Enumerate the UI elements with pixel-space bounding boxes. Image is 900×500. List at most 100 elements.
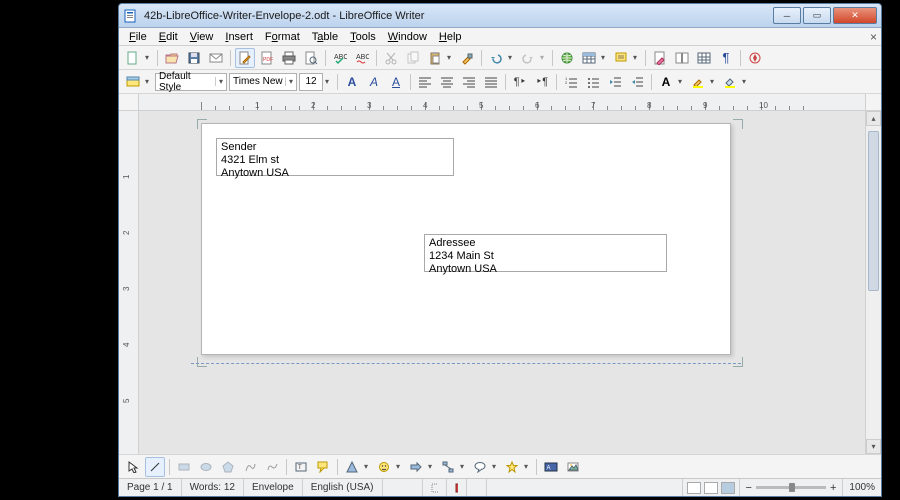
vertical-scrollbar[interactable]: ▴ ▾ (865, 111, 881, 454)
single-page-view[interactable] (687, 482, 701, 494)
italic-button[interactable]: A (364, 72, 384, 92)
basic-shapes-dropdown[interactable]: ▾ (364, 462, 372, 471)
callouts-dropdown[interactable]: ▾ (492, 462, 500, 471)
scroll-up-button[interactable]: ▴ (866, 111, 881, 126)
highlight-button[interactable] (688, 72, 708, 92)
ltr-button[interactable]: ¶‣ (510, 72, 530, 92)
addressee-line3[interactable]: Anytown USA (429, 263, 662, 276)
stars-dropdown[interactable]: ▾ (524, 462, 532, 471)
menu-window[interactable]: Window (382, 30, 433, 44)
comment-dropdown[interactable]: ▾ (633, 53, 641, 62)
undo-dropdown[interactable]: ▾ (508, 53, 516, 62)
sender-line2[interactable]: 4321 Elm st (221, 154, 449, 167)
numbered-list-button[interactable]: 12 (561, 72, 581, 92)
status-page[interactable]: Page 1 / 1 (119, 479, 182, 496)
bullet-list-button[interactable] (583, 72, 603, 92)
freeform-tool-button[interactable] (262, 457, 282, 477)
nonprinting-chars-button[interactable]: ¶ (716, 48, 736, 68)
show-changes-button[interactable] (672, 48, 692, 68)
zoom-track[interactable] (756, 486, 826, 489)
ellipse-tool-button[interactable] (196, 457, 216, 477)
increase-indent-button[interactable] (627, 72, 647, 92)
maximize-button[interactable]: ▭ (803, 7, 831, 24)
styles-button[interactable] (123, 72, 143, 92)
minimize-button[interactable]: ─ (773, 7, 801, 24)
addressee-line2[interactable]: 1234 Main St (429, 250, 662, 263)
zoom-slider[interactable]: − + (739, 479, 843, 496)
sender-frame[interactable]: Sender 4321 Elm st Anytown USA (216, 138, 454, 176)
menu-help[interactable]: Help (433, 30, 468, 44)
stars-button[interactable] (502, 457, 522, 477)
save-button[interactable] (184, 48, 204, 68)
status-pagestyle[interactable]: Envelope (244, 479, 303, 496)
symbol-shapes-button[interactable] (374, 457, 394, 477)
hyperlink-button[interactable] (557, 48, 577, 68)
align-right-button[interactable] (459, 72, 479, 92)
fontwork-button[interactable]: A (541, 457, 561, 477)
menu-edit[interactable]: Edit (153, 30, 184, 44)
curve-tool-button[interactable] (240, 457, 260, 477)
align-left-button[interactable] (415, 72, 435, 92)
insert-table-button[interactable] (579, 48, 599, 68)
print-button[interactable] (279, 48, 299, 68)
status-modified[interactable] (447, 479, 467, 496)
book-view[interactable] (721, 482, 735, 494)
status-insert-mode[interactable] (383, 479, 423, 496)
redo-dropdown[interactable]: ▾ (540, 53, 548, 62)
scroll-thumb[interactable] (868, 131, 879, 291)
comment-button[interactable] (611, 48, 631, 68)
menu-insert[interactable]: Insert (219, 30, 259, 44)
background-color-button[interactable] (720, 72, 740, 92)
multi-page-view[interactable] (704, 482, 718, 494)
menu-format[interactable]: Format (259, 30, 306, 44)
addressee-frame[interactable]: Adressee 1234 Main St Anytown USA (424, 234, 667, 272)
insert-table-dropdown[interactable]: ▾ (601, 53, 609, 62)
status-selection-mode[interactable] (423, 479, 447, 496)
export-pdf-button[interactable]: PDF (257, 48, 277, 68)
zoom-percent[interactable]: 100% (842, 479, 881, 496)
paste-button[interactable] (425, 48, 445, 68)
highlight-dropdown[interactable]: ▾ (710, 77, 718, 86)
block-arrows-dropdown[interactable]: ▾ (428, 462, 436, 471)
align-center-button[interactable] (437, 72, 457, 92)
addressee-line1[interactable]: Adressee (429, 237, 662, 250)
document-canvas[interactable]: Sender 4321 Elm st Anytown USA Adressee … (139, 111, 865, 454)
sender-line1[interactable]: Sender (221, 141, 449, 154)
paragraph-style-combo[interactable]: Default Style▾ (155, 73, 227, 91)
block-arrows-button[interactable] (406, 457, 426, 477)
undo-button[interactable] (486, 48, 506, 68)
menu-table[interactable]: Table (306, 30, 344, 44)
line-tool-button[interactable] (145, 457, 165, 477)
close-button[interactable]: ✕ (833, 7, 877, 24)
rect-tool-button[interactable] (174, 457, 194, 477)
styles-dropdown[interactable]: ▾ (145, 77, 153, 86)
paste-dropdown[interactable]: ▾ (447, 53, 455, 62)
doc-close-button[interactable]: × (870, 30, 877, 44)
zoom-out-button[interactable]: − (746, 482, 752, 494)
menu-tools[interactable]: Tools (344, 30, 382, 44)
menu-file[interactable]: File (123, 30, 153, 44)
email-button[interactable] (206, 48, 226, 68)
status-words[interactable]: Words: 12 (182, 479, 244, 496)
select-tool-button[interactable] (123, 457, 143, 477)
font-size-combo[interactable]: 12 (299, 73, 323, 91)
copy-button[interactable] (403, 48, 423, 68)
underline-button[interactable]: A (386, 72, 406, 92)
record-changes-button[interactable] (650, 48, 670, 68)
from-file-button[interactable] (563, 457, 583, 477)
horizontal-ruler[interactable]: 12345678910 (139, 94, 865, 110)
sender-line3[interactable]: Anytown USA (221, 167, 449, 180)
redo-button[interactable] (518, 48, 538, 68)
font-color-dropdown[interactable]: ▾ (678, 77, 686, 86)
print-preview-button[interactable] (301, 48, 321, 68)
polygon-tool-button[interactable] (218, 457, 238, 477)
font-color-button[interactable]: A (656, 72, 676, 92)
decrease-indent-button[interactable] (605, 72, 625, 92)
callouts-button[interactable] (470, 457, 490, 477)
vertical-ruler[interactable]: 12345 (119, 111, 139, 454)
font-size-dropdown[interactable]: ▾ (325, 77, 333, 86)
callout-tool-button[interactable] (313, 457, 333, 477)
font-name-combo[interactable]: Times New Roman▾ (229, 73, 297, 91)
edit-doc-button[interactable] (235, 48, 255, 68)
status-language[interactable]: English (USA) (303, 479, 383, 496)
